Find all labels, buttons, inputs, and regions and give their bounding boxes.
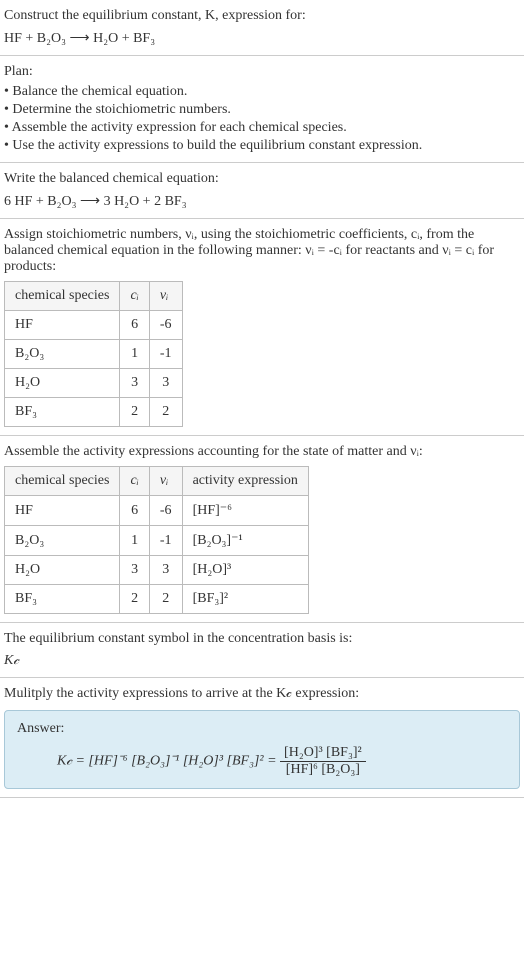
cell-species: H₂O [5, 369, 120, 398]
unbalanced-equation: HF + B₂O₃ ⟶ H₂O + BF₃ [4, 30, 520, 47]
col-nu: νᵢ [149, 282, 182, 311]
col-species: chemical species [5, 282, 120, 311]
table-row: B₂O₃ 1 -1 [5, 340, 183, 369]
answer-label: Answer: [17, 721, 507, 737]
cell-nu: -1 [149, 340, 182, 369]
cell-c: 3 [120, 369, 149, 398]
col-nu: νᵢ [149, 467, 182, 496]
kc-expression: K𝒸 = [HF]⁻⁶ [B₂O₃]⁻¹ [H₂O]³ [BF₃]² = [H₂… [57, 745, 507, 778]
activity-section: Assemble the activity expressions accoun… [0, 436, 524, 623]
col-species: chemical species [5, 467, 120, 496]
fraction-denominator: [HF]⁶ [B₂O₃] [280, 762, 366, 778]
cell-nu: -6 [149, 311, 182, 340]
cell-expr: [HF]⁻⁶ [182, 496, 308, 526]
col-c: cᵢ [120, 467, 149, 496]
cell-c: 2 [120, 398, 149, 427]
table-row: H₂O 3 3 [H₂O]³ [5, 556, 309, 585]
plan-item: • Use the activity expressions to build … [4, 138, 520, 154]
cell-nu: 2 [149, 398, 182, 427]
cell-species: BF₃ [5, 585, 120, 614]
cell-c: 6 [120, 311, 149, 340]
cell-nu: -1 [149, 526, 182, 556]
cell-species: B₂O₃ [5, 526, 120, 556]
cell-nu: -6 [149, 496, 182, 526]
balanced-equation: 6 HF + B₂O₃ ⟶ 3 H₂O + 2 BF₃ [4, 193, 520, 210]
symbol-section: The equilibrium constant symbol in the c… [0, 623, 524, 678]
cell-species: B₂O₃ [5, 340, 120, 369]
answer-box: Answer: K𝒸 = [HF]⁻⁶ [B₂O₃]⁻¹ [H₂O]³ [BF₃… [4, 710, 520, 789]
symbol-value: K𝒸 [4, 653, 520, 669]
multiply-prompt: Mulitply the activity expressions to arr… [4, 686, 520, 702]
fraction-numerator: [H₂O]³ [BF₃]² [280, 745, 366, 762]
multiply-section: Mulitply the activity expressions to arr… [0, 678, 524, 798]
cell-c: 6 [120, 496, 149, 526]
eq-arrow: ⟶ [70, 31, 90, 46]
stoich-prompt: Assign stoichiometric numbers, νᵢ, using… [4, 227, 520, 275]
cell-expr: [H₂O]³ [182, 556, 308, 585]
plan-section: Plan: • Balance the chemical equation. •… [0, 56, 524, 163]
eq-rhs: H₂O + BF₃ [93, 31, 155, 46]
table-row: B₂O₃ 1 -1 [B₂O₃]⁻¹ [5, 526, 309, 556]
table-header-row: chemical species cᵢ νᵢ activity expressi… [5, 467, 309, 496]
stoich-section: Assign stoichiometric numbers, νᵢ, using… [0, 219, 524, 436]
table-row: HF 6 -6 [5, 311, 183, 340]
table-header-row: chemical species cᵢ νᵢ [5, 282, 183, 311]
plan-title: Plan: [4, 64, 520, 80]
cell-c: 3 [120, 556, 149, 585]
symbol-prompt: The equilibrium constant symbol in the c… [4, 631, 520, 647]
plan-item: • Balance the chemical equation. [4, 84, 520, 100]
cell-nu: 3 [149, 369, 182, 398]
header-prompt: Construct the equilibrium constant, K, e… [4, 8, 520, 24]
cell-c: 2 [120, 585, 149, 614]
col-c: cᵢ [120, 282, 149, 311]
cell-nu: 3 [149, 556, 182, 585]
cell-c: 1 [120, 340, 149, 369]
cell-expr: [BF₃]² [182, 585, 308, 614]
table-row: BF₃ 2 2 [5, 398, 183, 427]
table-row: BF₃ 2 2 [BF₃]² [5, 585, 309, 614]
cell-nu: 2 [149, 585, 182, 614]
cell-species: H₂O [5, 556, 120, 585]
cell-c: 1 [120, 526, 149, 556]
activity-table: chemical species cᵢ νᵢ activity expressi… [4, 466, 309, 614]
plan-item: • Assemble the activity expression for e… [4, 120, 520, 136]
col-expr: activity expression [182, 467, 308, 496]
plan-item: • Determine the stoichiometric numbers. [4, 102, 520, 118]
cell-species: HF [5, 496, 120, 526]
cell-species: HF [5, 311, 120, 340]
table-row: H₂O 3 3 [5, 369, 183, 398]
cell-expr: [B₂O₃]⁻¹ [182, 526, 308, 556]
stoich-table: chemical species cᵢ νᵢ HF 6 -6 B₂O₃ 1 -1… [4, 281, 183, 427]
plan-list: • Balance the chemical equation. • Deter… [4, 84, 520, 154]
activity-prompt: Assemble the activity expressions accoun… [4, 444, 520, 460]
kc-fraction: [H₂O]³ [BF₃]² [HF]⁶ [B₂O₃] [280, 745, 366, 778]
balanced-section: Write the balanced chemical equation: 6 … [0, 163, 524, 219]
prompt-text: Construct the equilibrium constant, K, e… [4, 8, 306, 23]
eq-lhs: HF + B₂O₃ [4, 31, 66, 46]
table-row: HF 6 -6 [HF]⁻⁶ [5, 496, 309, 526]
balanced-prompt: Write the balanced chemical equation: [4, 171, 520, 187]
kc-lhs: K𝒸 = [HF]⁻⁶ [B₂O₃]⁻¹ [H₂O]³ [BF₃]² = [57, 754, 280, 769]
cell-species: BF₃ [5, 398, 120, 427]
header-section: Construct the equilibrium constant, K, e… [0, 0, 524, 56]
